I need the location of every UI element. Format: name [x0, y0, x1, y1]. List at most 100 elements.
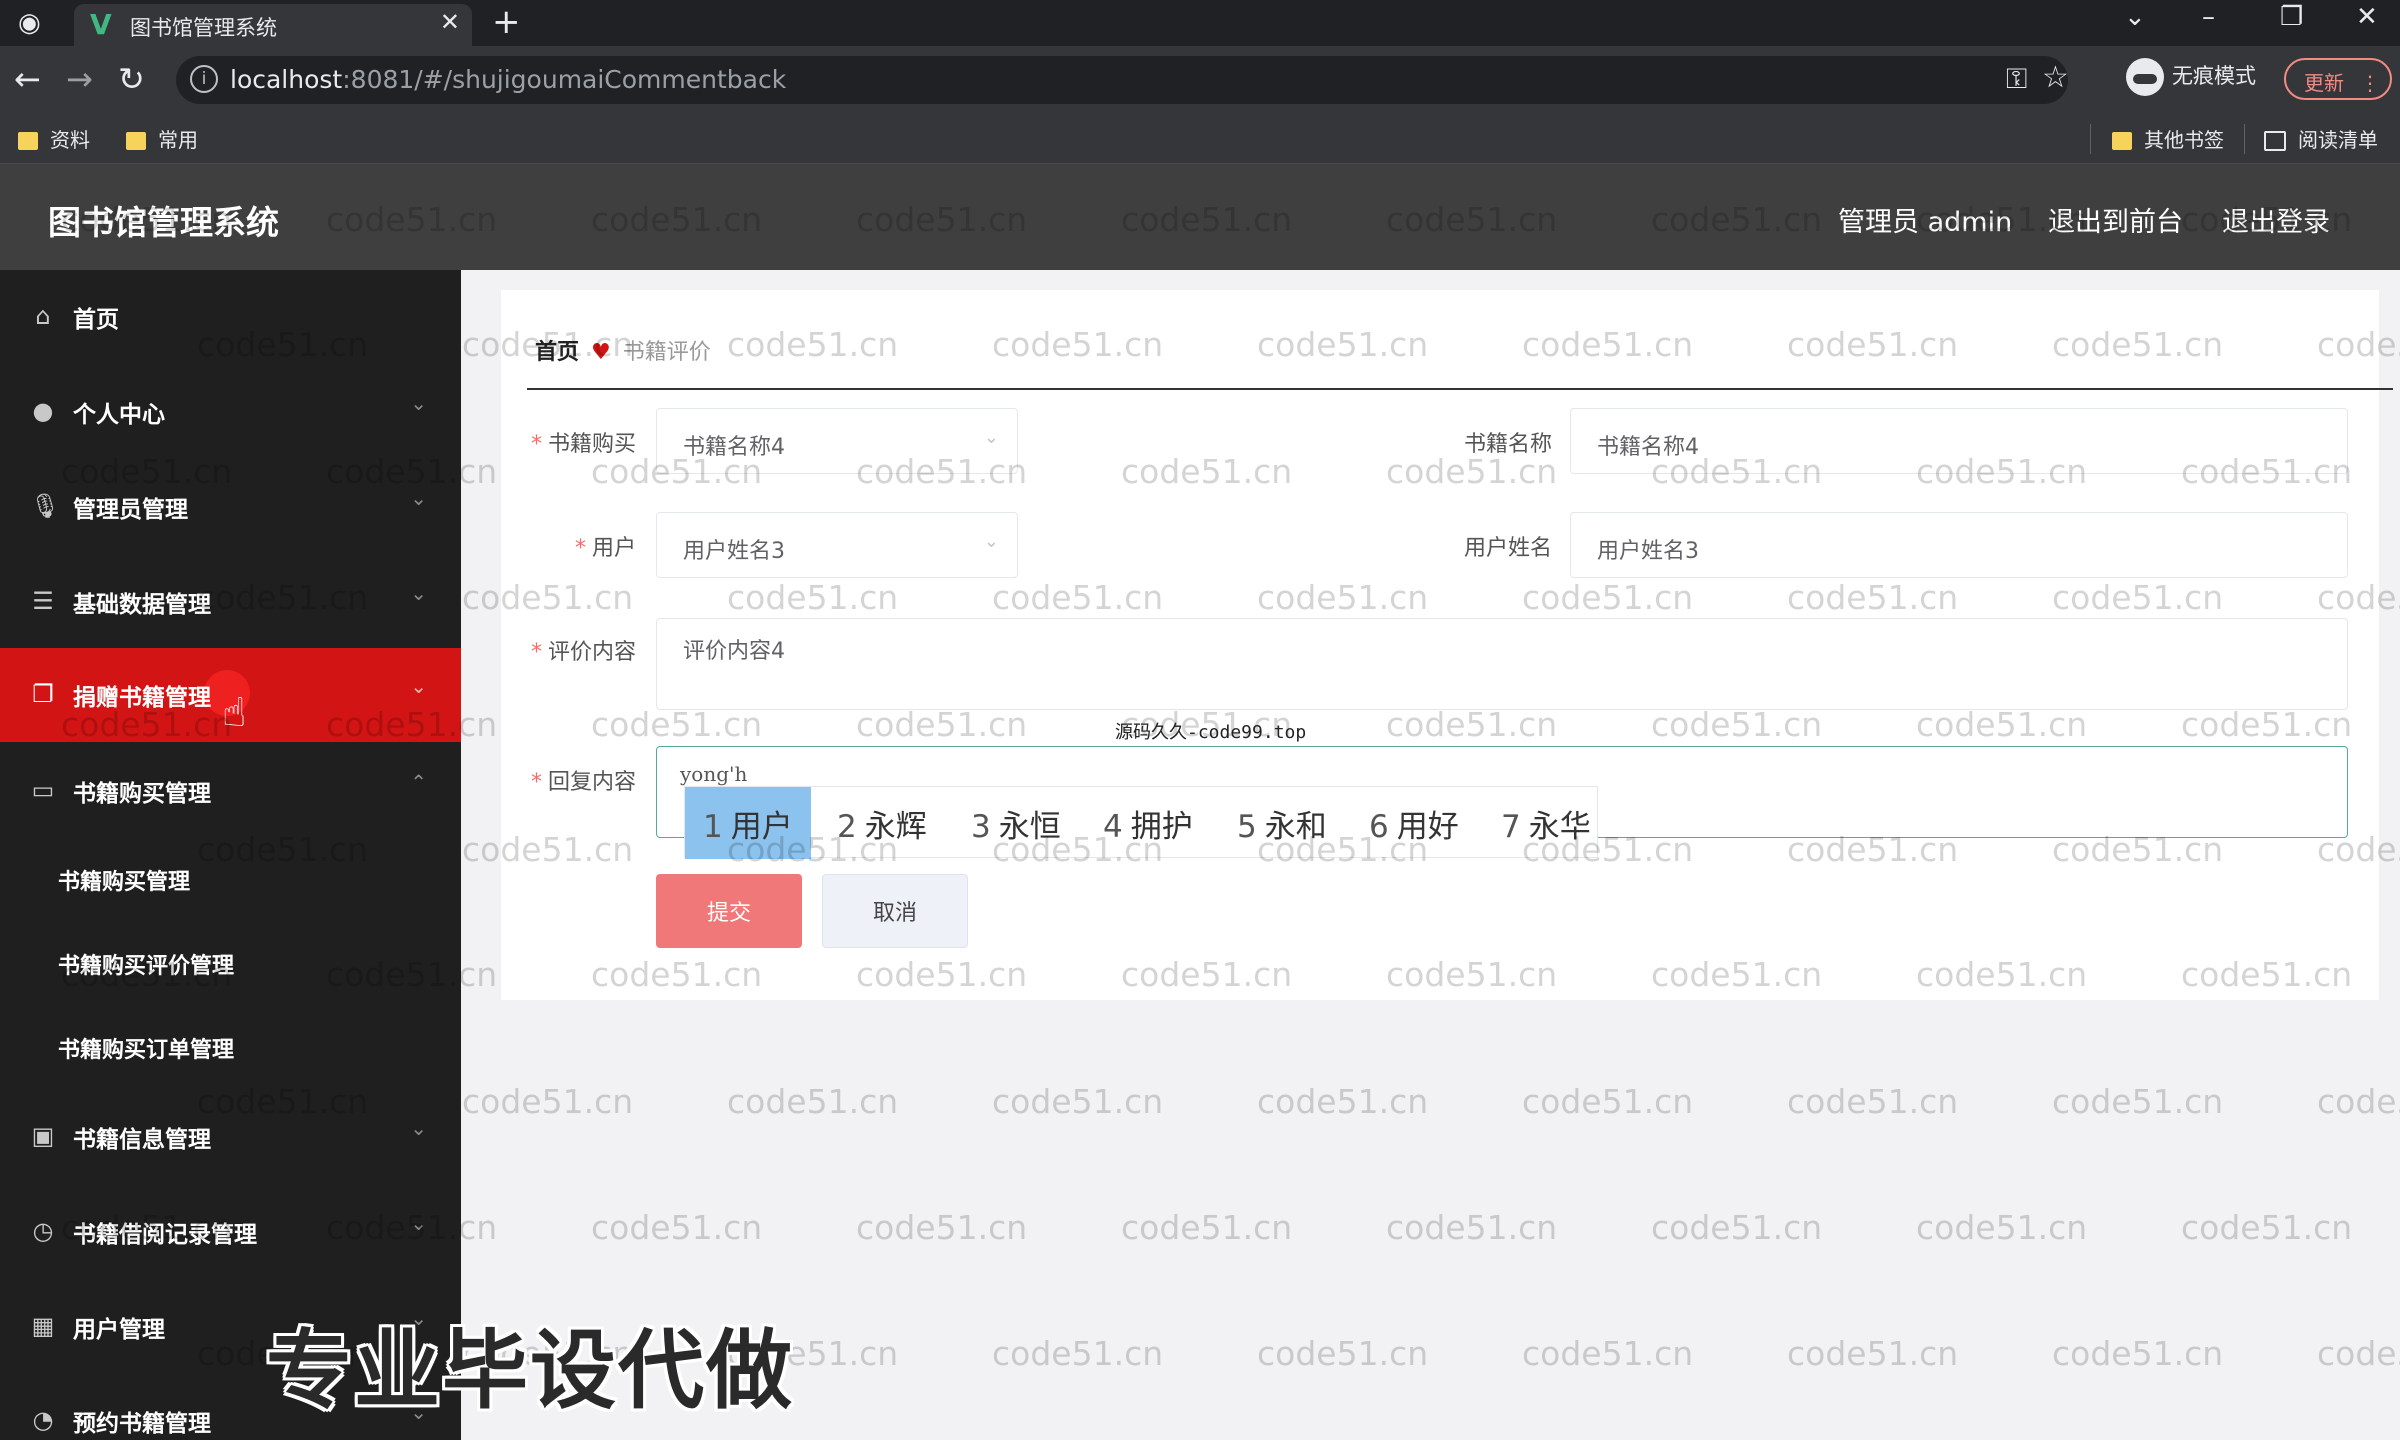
trash-icon: ▣ — [31, 1122, 55, 1150]
ime-candidate-bar: 1 用户 2 永辉 3 永恒 4 拥护 5 永和 6 用好 7 永华 — [684, 786, 1598, 859]
chevron-down-icon: ⌄ — [410, 581, 427, 605]
cancel-button[interactable]: 取消 — [822, 874, 968, 948]
comment-label: * 评价内容 — [530, 640, 636, 665]
sidebar-subitem-purchase-comments[interactable]: 书籍购买评价管理 — [58, 948, 234, 980]
user-label: * 用户 — [574, 536, 636, 561]
chevron-up-icon: ⌃ — [410, 770, 427, 794]
bookmarks-divider — [2244, 124, 2245, 154]
chevron-down-icon: ⌄ — [983, 427, 999, 448]
browser-tab-bar: ◉ V 图书馆管理系统 ✕ + ⌄ – ❐ ✕ — [0, 0, 2400, 46]
back-to-front-link[interactable]: 退出到前台 — [2048, 200, 2183, 239]
reload-icon[interactable]: ↻ — [118, 60, 145, 98]
admin-label: 管理员 admin — [1838, 207, 2013, 238]
ime-candidate-7[interactable]: 7 永华 — [1501, 801, 1591, 846]
more-icon: ⋮ — [2360, 71, 2380, 95]
home-icon: ⌂ — [35, 302, 51, 330]
vue-favicon-icon: V — [90, 8, 112, 41]
incognito-label: 无痕模式 — [2172, 64, 2256, 88]
folder-icon — [2112, 132, 2132, 150]
promo-overlay-text: 专业毕设代做 — [266, 1321, 794, 1421]
book-purchase-select[interactable]: 书籍名称4 ⌄ — [656, 408, 1018, 474]
book-name-input[interactable]: 书籍名称4 — [1570, 408, 2348, 474]
bookmarks-bar: 资料 常用 其他书签 阅读清单 — [0, 114, 2400, 164]
card-icon: ▭ — [31, 776, 55, 804]
user-select[interactable]: 用户姓名3 ⌄ — [656, 512, 1018, 578]
sidebar-item-donations[interactable]: ❐ 捐赠书籍管理 ☝ ⌄ — [0, 648, 461, 742]
browser-tab[interactable]: V 图书馆管理系统 ✕ — [74, 4, 472, 46]
browser-menu-icon[interactable]: ◉ — [18, 8, 58, 38]
sliders-icon: ☰ — [32, 587, 54, 615]
user-name-label: 用户姓名 — [1463, 536, 1552, 561]
ime-candidate-6[interactable]: 6 用好 — [1369, 801, 1459, 846]
breadcrumb: 首页 ♥ 书籍评价 — [535, 334, 711, 366]
reply-typed-text: yong'h — [680, 762, 748, 786]
bookmark-folder-0[interactable]: 资料 — [18, 124, 90, 153]
ime-candidate-5[interactable]: 5 永和 — [1237, 801, 1327, 846]
sidebar-item-home[interactable]: ⌂ 首页 — [0, 270, 461, 364]
mic-icon: 🎙︎ — [30, 492, 61, 520]
sidebar-subitem-purchase-orders[interactable]: 书籍购买订单管理 — [58, 1032, 234, 1064]
chevron-down-icon: ⌄ — [983, 531, 999, 552]
logout-link[interactable]: 退出登录 — [2222, 200, 2330, 239]
breadcrumb-current: 书籍评价 — [622, 340, 711, 365]
chevron-down-icon: ⌄ — [410, 1211, 427, 1235]
source-watermark: 源码久久-code99.top — [1115, 722, 1307, 743]
user-icon: ● — [32, 397, 54, 425]
clock-icon: ◷ — [32, 1217, 54, 1245]
reservation-icon: ◔ — [32, 1406, 54, 1434]
site-info-icon[interactable]: i — [190, 65, 218, 93]
sidebar: ⌂ 首页 ● 个人中心 ⌄ 🎙︎ 管理员管理 ⌄ ☰ 基础数据管理 ⌄ ❐ 捐赠… — [0, 270, 461, 1440]
reply-label: * 回复内容 — [530, 770, 636, 795]
key-icon[interactable]: ⚿ — [2006, 62, 2027, 96]
book-name-label: 书籍名称 — [1463, 432, 1552, 457]
sidebar-item-admins[interactable]: 🎙︎ 管理员管理 ⌄ — [0, 460, 461, 554]
ime-candidate-3[interactable]: 3 永恒 — [971, 801, 1061, 846]
bookmark-folder-1[interactable]: 常用 — [126, 124, 198, 153]
update-label: 更新 — [2304, 71, 2344, 95]
sidebar-subitem-purchase-manage[interactable]: 书籍购买管理 — [58, 864, 190, 896]
incognito-indicator[interactable]: 无痕模式 — [2126, 58, 2256, 96]
other-bookmarks[interactable]: 其他书签 — [2112, 124, 2224, 153]
submit-button[interactable]: 提交 — [656, 874, 802, 948]
chevron-down-icon: ⌄ — [410, 391, 427, 415]
omnibox[interactable]: i localhost:8081/#/shujigoumaiCommentbac… — [176, 56, 2069, 104]
comment-textarea[interactable]: 评价内容4 — [656, 618, 2348, 710]
ime-candidate-2[interactable]: 2 永辉 — [837, 801, 927, 846]
window-close-icon[interactable]: ✕ — [2356, 2, 2378, 32]
ime-candidate-1[interactable]: 1 用户 — [685, 787, 811, 859]
ime-candidate-4[interactable]: 4 拥护 — [1103, 801, 1193, 846]
incognito-icon — [2126, 58, 2164, 96]
address-bar-row: ← → ↻ i localhost:8081/#/shujigoumaiComm… — [0, 46, 2400, 114]
reading-list[interactable]: 阅读清单 — [2264, 124, 2378, 153]
sidebar-item-purchases[interactable]: ▭ 书籍购买管理 ⌃ — [0, 744, 461, 838]
breadcrumb-home[interactable]: 首页 — [535, 340, 579, 365]
heart-icon: ♥ — [591, 340, 611, 365]
sidebar-item-borrow-records[interactable]: ◷ 书籍借阅记录管理 ⌄ — [0, 1185, 461, 1279]
tab-close-icon[interactable]: ✕ — [440, 8, 460, 36]
back-icon[interactable]: ← — [14, 60, 41, 98]
sidebar-item-basic-data[interactable]: ☰ 基础数据管理 ⌄ — [0, 555, 461, 649]
update-button[interactable]: 更新 ⋮ — [2284, 58, 2392, 100]
chevron-down-icon: ⌄ — [410, 674, 427, 698]
new-tab-icon[interactable]: + — [492, 2, 521, 42]
bookmarks-divider — [2090, 124, 2091, 154]
tab-title: 图书馆管理系统 — [130, 16, 277, 40]
app-header: 图书馆管理系统 管理员 admin 退出到前台 退出登录 — [0, 164, 2400, 270]
tab-search-icon[interactable]: ⌄ — [2124, 2, 2146, 32]
forward-icon[interactable]: → — [66, 60, 93, 98]
folder-icon — [18, 132, 38, 150]
bookmark-star-icon[interactable]: ☆ — [2042, 60, 2069, 95]
book-purchase-label: * 书籍购买 — [530, 432, 636, 457]
url-text[interactable]: localhost:8081/#/shujigoumaiCommentback — [230, 65, 786, 94]
minimize-icon[interactable]: – — [2202, 2, 2215, 32]
breadcrumb-divider — [527, 388, 2393, 390]
pointer-cursor-icon: ☝ — [222, 690, 247, 736]
user-name-input[interactable]: 用户姓名3 — [1570, 512, 2348, 578]
sidebar-item-book-info[interactable]: ▣ 书籍信息管理 ⌄ — [0, 1090, 461, 1184]
chevron-down-icon: ⌄ — [410, 1116, 427, 1140]
restore-icon[interactable]: ❐ — [2280, 2, 2303, 32]
grid-icon: ▦ — [31, 1312, 55, 1340]
sidebar-item-profile[interactable]: ● 个人中心 ⌄ — [0, 365, 461, 459]
reading-list-icon — [2264, 131, 2286, 151]
chevron-down-icon: ⌄ — [410, 486, 427, 510]
